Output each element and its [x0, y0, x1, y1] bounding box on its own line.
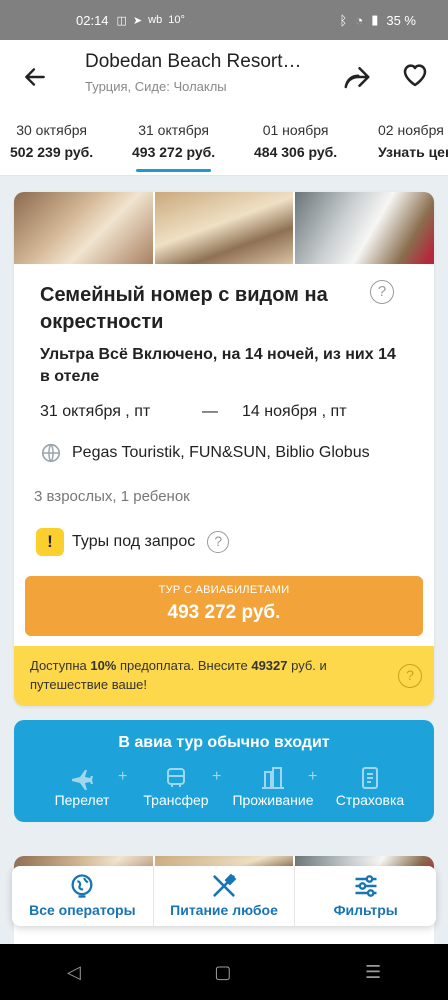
prepay-help-icon[interactable]: ?	[398, 664, 422, 688]
share-icon	[344, 67, 370, 89]
signal-icon: ▮	[371, 12, 379, 27]
date-price: Узнать цену	[378, 144, 448, 160]
room-photo[interactable]	[295, 192, 434, 264]
status-time: 02:14	[76, 12, 109, 28]
date-price: 502 239 руб.	[10, 144, 94, 160]
sliders-icon	[295, 872, 436, 900]
date-price-strip: 30 октября 502 239 руб. 31 октября 493 2…	[0, 114, 448, 176]
telegram-icon: ➤	[132, 14, 143, 27]
include-transfer: Трансфер	[136, 764, 216, 808]
date-tab-1[interactable]: 30 октября 502 239 руб.	[10, 122, 93, 160]
meal-duration: Ультра Всё Включено, на 14 ночей, из них…	[40, 346, 396, 385]
date-from: 31 октября , пт	[40, 403, 151, 420]
globe-icon	[41, 443, 61, 463]
prepayment-banner: Доступна 10% предоплата. Внесите 49327 р…	[14, 646, 434, 706]
date-price: 484 306 руб.	[254, 144, 338, 160]
all-operators-button[interactable]: Все операторы	[12, 866, 154, 926]
room-type: Семейный номер с видом на окрестности	[40, 284, 328, 333]
passengers: 3 взрослых, 1 ребенок	[34, 488, 190, 505]
date-to: 14 ноября , пт	[242, 403, 347, 420]
price-button[interactable]: ТУР С АВИАБИЛЕТАМИ 493 272 руб.	[25, 576, 423, 636]
include-insurance: Страховка	[330, 764, 410, 808]
offer-card[interactable]: Семейный номер с видом на окрестности ? …	[14, 192, 434, 706]
include-accommodation: Проживание	[226, 764, 320, 808]
battery-level: 35 %	[386, 12, 416, 28]
bus-icon	[136, 764, 216, 792]
includes-title: В авиа тур обычно входит	[118, 734, 330, 751]
messenger-icon: ◫	[116, 14, 127, 27]
hotel-location: Турция, Сиде: Чолаклы	[85, 79, 227, 94]
weather-temp: 10°	[168, 14, 185, 26]
favorite-button[interactable]	[400, 60, 434, 94]
room-help-icon[interactable]: ?	[370, 280, 394, 304]
tour-includes-block: В авиа тур обычно входит Перелет + Транс…	[14, 720, 434, 822]
plus-sign: +	[308, 768, 318, 785]
globe-operator-icon	[12, 872, 153, 900]
date-label: 31 октября	[138, 122, 209, 138]
nav-recents-icon[interactable]: ☰	[365, 962, 381, 983]
room-photo[interactable]	[154, 192, 294, 264]
status-bar: 02:14 ◫ ➤ wb 10° ᛒ ◔ ▮ 35 %	[0, 0, 448, 40]
plane-icon	[52, 764, 112, 792]
request-row: ! Туры под запрос ?	[36, 528, 230, 556]
fork-knife-icon	[154, 872, 295, 900]
nav-home-icon[interactable]: ▢	[214, 962, 231, 983]
date-label: 30 октября	[16, 122, 87, 138]
arrow-left-icon	[25, 68, 45, 86]
system-nav-bar: ◁ ▢ ☰	[0, 944, 448, 1000]
nav-back-icon[interactable]: ◁	[67, 962, 81, 983]
share-button[interactable]	[342, 62, 374, 94]
prepayment-text: Доступна 10% предоплата. Внесите 49327 р…	[30, 658, 327, 692]
notification-icons: ◫ ➤ wb 10°	[117, 14, 185, 27]
meal-filter-button[interactable]: Питание любое	[154, 866, 296, 926]
plus-sign: +	[212, 768, 222, 785]
includes-list: Перелет + Трансфер + Проживание + Страхо…	[14, 764, 434, 814]
hotel-icon	[226, 764, 320, 792]
back-button[interactable]	[20, 62, 50, 92]
date-tab-4[interactable]: 02 ноября Узнать цену	[378, 122, 448, 160]
price-amount: 493 272 руб.	[167, 602, 281, 623]
room-photos[interactable]	[14, 192, 434, 264]
date-price: 493 272 руб.	[132, 144, 216, 160]
date-tab-3[interactable]: 01 ноября 484 306 руб.	[254, 122, 337, 160]
wb-icon: wb	[148, 14, 163, 26]
filter-action-bar: Все операторы Питание любое Фильтры	[12, 866, 436, 926]
room-photo[interactable]	[14, 192, 153, 264]
operators-list: Pegas Touristik, FUN&SUN, Biblio Globus	[72, 444, 370, 461]
bluetooth-icon: ᛒ	[339, 12, 348, 28]
operators-row: Pegas Touristik, FUN&SUN, Biblio Globus	[40, 442, 370, 464]
date-label: 01 ноября	[262, 122, 329, 138]
document-icon	[330, 764, 410, 792]
warning-icon: !	[36, 528, 64, 556]
request-label: Туры под запрос	[72, 533, 196, 550]
date-dash: —	[202, 403, 218, 420]
plus-sign: +	[118, 768, 128, 785]
filters-button[interactable]: Фильтры	[295, 866, 436, 926]
hotel-name: Dobedan Beach Resort…	[85, 51, 302, 72]
date-tab-2[interactable]: 31 октября 493 272 руб.	[132, 122, 216, 172]
price-caption: ТУР С АВИАБИЛЕТАМИ	[158, 584, 290, 596]
hotel-title-block: Dobedan Beach Resort… Турция, Сиде: Чола…	[85, 51, 315, 94]
include-flight: Перелет	[52, 764, 112, 808]
request-help-icon[interactable]: ?	[207, 531, 230, 553]
wifi-icon: ◔	[355, 12, 364, 28]
date-label: 02 ноября	[378, 122, 444, 138]
heart-icon	[403, 64, 427, 87]
app-header: Dobedan Beach Resort… Турция, Сиде: Чола…	[0, 40, 448, 114]
